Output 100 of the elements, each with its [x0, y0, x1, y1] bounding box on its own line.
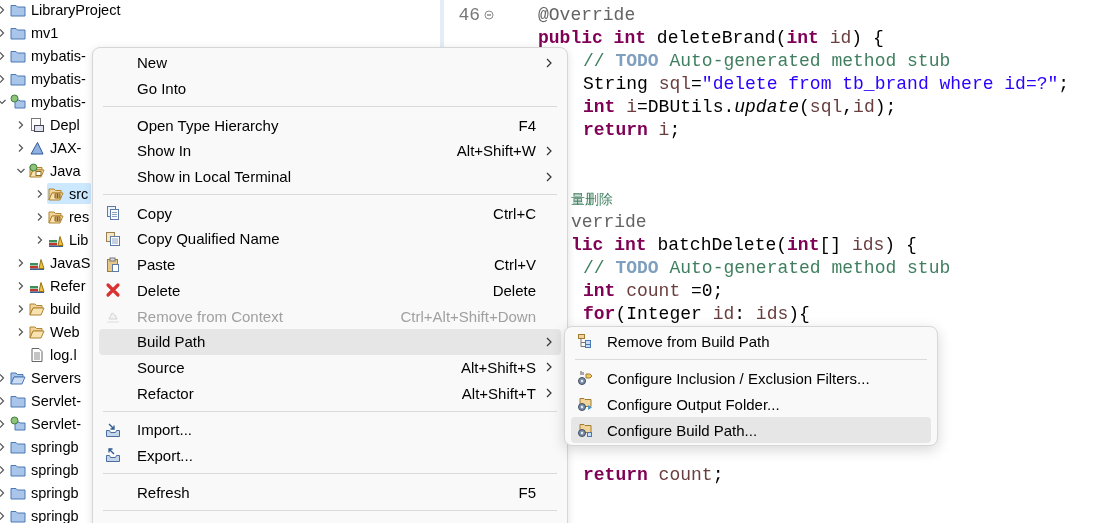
tree-item[interactable]: springb	[9, 459, 82, 480]
menu-item[interactable]: Show In Alt+Shift+W	[99, 138, 561, 164]
tree-item[interactable]: LibraryProject	[9, 0, 124, 20]
tree-item[interactable]: JAX-	[28, 137, 85, 158]
shortcut-text: Alt+Shift+S	[460, 358, 536, 376]
chevron-right-icon[interactable]	[0, 372, 7, 383]
tree-item[interactable]: mv1	[9, 22, 62, 43]
menu-item[interactable]: Copy Qualified Name	[99, 226, 561, 252]
code-line: public int deleteBrand(int id) {	[538, 27, 884, 48]
code-line: // TODO Auto-generated method stub	[583, 50, 951, 71]
triangle-icon	[29, 139, 45, 156]
code-line: int count =0;	[583, 280, 724, 301]
tree-item[interactable]: Servlet-	[9, 413, 84, 434]
package-tree-icon	[577, 333, 593, 349]
globe-folder-icon	[10, 93, 26, 110]
tree-item[interactable]: mybatis-	[9, 68, 89, 89]
chevron-right-icon[interactable]	[35, 188, 45, 199]
menu-item[interactable]: Remove from Build Path	[571, 328, 931, 354]
chevron-right-icon[interactable]	[35, 234, 45, 245]
clipboard-icon	[105, 256, 121, 273]
chevron-right-icon[interactable]	[0, 27, 7, 38]
chevron-right-icon[interactable]	[0, 418, 7, 429]
menu-item[interactable]: Source Alt+Shift+S	[99, 354, 561, 381]
shortcut-text: Ctrl+Alt+Shift+Down	[400, 307, 536, 325]
chevron-right-icon[interactable]	[0, 50, 7, 61]
code-line: lic int batchDelete(int[] ids) {	[571, 234, 917, 255]
chevron-right-icon[interactable]	[0, 441, 7, 452]
gear-folder-icon	[577, 396, 593, 412]
tree-item[interactable]: mybatis-	[9, 45, 89, 66]
code-line: for(Integer id: ids){	[583, 303, 810, 324]
chevron-right-icon[interactable]	[0, 73, 7, 84]
chevron-right-icon[interactable]	[0, 487, 7, 498]
import-icon	[105, 421, 121, 438]
menu-item[interactable]: Refresh F5	[99, 479, 561, 505]
chevron-right-icon[interactable]	[0, 4, 7, 15]
menu-item[interactable]: Import...	[99, 416, 561, 443]
menu-item[interactable]: Show in Local Terminal	[99, 163, 561, 190]
tree-item[interactable]: Servlet-	[9, 390, 84, 411]
tree-item[interactable]: Java	[28, 160, 84, 181]
tree-item[interactable]: JavaS	[28, 252, 94, 273]
tree-item[interactable]: Web	[28, 321, 83, 342]
document-icon	[29, 346, 45, 363]
copy-icon	[105, 230, 121, 247]
open-folder-icon	[29, 300, 45, 317]
menu-item[interactable]: Open Type Hierarchy F4	[99, 112, 561, 139]
tree-item[interactable]: src	[47, 183, 92, 204]
chevron-right-icon[interactable]	[0, 510, 7, 521]
chevron-right-icon[interactable]	[16, 326, 26, 337]
chevron-right-icon[interactable]	[35, 211, 45, 222]
package-folder-icon	[48, 208, 64, 225]
chevron-right-icon[interactable]	[16, 280, 26, 291]
chevron-right-icon[interactable]	[0, 464, 7, 475]
gear-arrow-icon	[577, 370, 593, 386]
chevron-right-icon[interactable]	[16, 119, 26, 130]
tree-item[interactable]: Lib	[47, 229, 92, 250]
chevron-right-icon[interactable]	[16, 142, 26, 153]
shortcut-text: F4	[518, 116, 536, 134]
tree-item[interactable]: springb	[9, 436, 82, 457]
tree-item[interactable]: Refer	[28, 275, 89, 296]
shortcut-text: Delete	[492, 281, 536, 299]
menu-item[interactable]: Export...	[99, 442, 561, 469]
delete-icon	[105, 282, 121, 299]
code-line: String sql="delete from tb_brand where id=?";	[583, 73, 1070, 94]
chevron-right-icon[interactable]	[16, 257, 26, 268]
chevron-right-icon[interactable]	[0, 395, 7, 406]
tree-item[interactable]: build	[28, 298, 84, 319]
open-folder-icon	[29, 323, 45, 340]
tree-item[interactable]: springb	[9, 482, 82, 503]
gear-folder-icon	[577, 422, 593, 438]
document-icon	[29, 116, 45, 133]
menu-item[interactable]: Configure Build Path...	[571, 417, 931, 443]
menu-item[interactable]: Paste Ctrl+V	[99, 251, 561, 278]
tree-item[interactable]: log.l	[28, 344, 80, 365]
line-number: 46	[457, 4, 480, 25]
copy-icon	[105, 205, 121, 222]
code-line: return i;	[583, 119, 681, 140]
menu-item[interactable]: Configure Inclusion / Exclusion Filters...	[571, 365, 931, 391]
menu-item[interactable]: Build Path	[99, 328, 561, 355]
menu-item[interactable]: Go Into	[99, 75, 561, 102]
open-folder-icon	[29, 162, 45, 179]
chevron-right-icon[interactable]	[16, 303, 26, 314]
menu-item[interactable]: New	[99, 50, 561, 76]
tree-item[interactable]: springb	[9, 505, 82, 523]
tree-item[interactable]: res	[47, 206, 93, 227]
open-folder-icon	[10, 369, 26, 386]
menu-item[interactable]: Refactor Alt+Shift+T	[99, 380, 561, 406]
shortcut-text: Ctrl+V	[493, 256, 536, 274]
code-line: @Override	[538, 4, 636, 25]
package-folder-icon	[48, 185, 64, 202]
shortcut-text: Alt+Shift+W	[456, 142, 536, 160]
menu-item[interactable]: Copy Ctrl+C	[99, 200, 561, 227]
shortcut-text: Alt+Shift+T	[461, 384, 536, 402]
code-line: 量删除	[571, 190, 613, 209]
menu-item[interactable]: Configure Output Folder...	[571, 391, 931, 417]
tree-item[interactable]: Depl	[28, 114, 83, 135]
tree-item[interactable]: mybatis-	[9, 91, 89, 112]
globe-folder-icon	[10, 415, 26, 432]
menu-item[interactable]: Delete Delete	[99, 277, 561, 304]
collapse-icon[interactable]	[484, 9, 494, 20]
tree-item[interactable]: Servers	[9, 367, 84, 388]
